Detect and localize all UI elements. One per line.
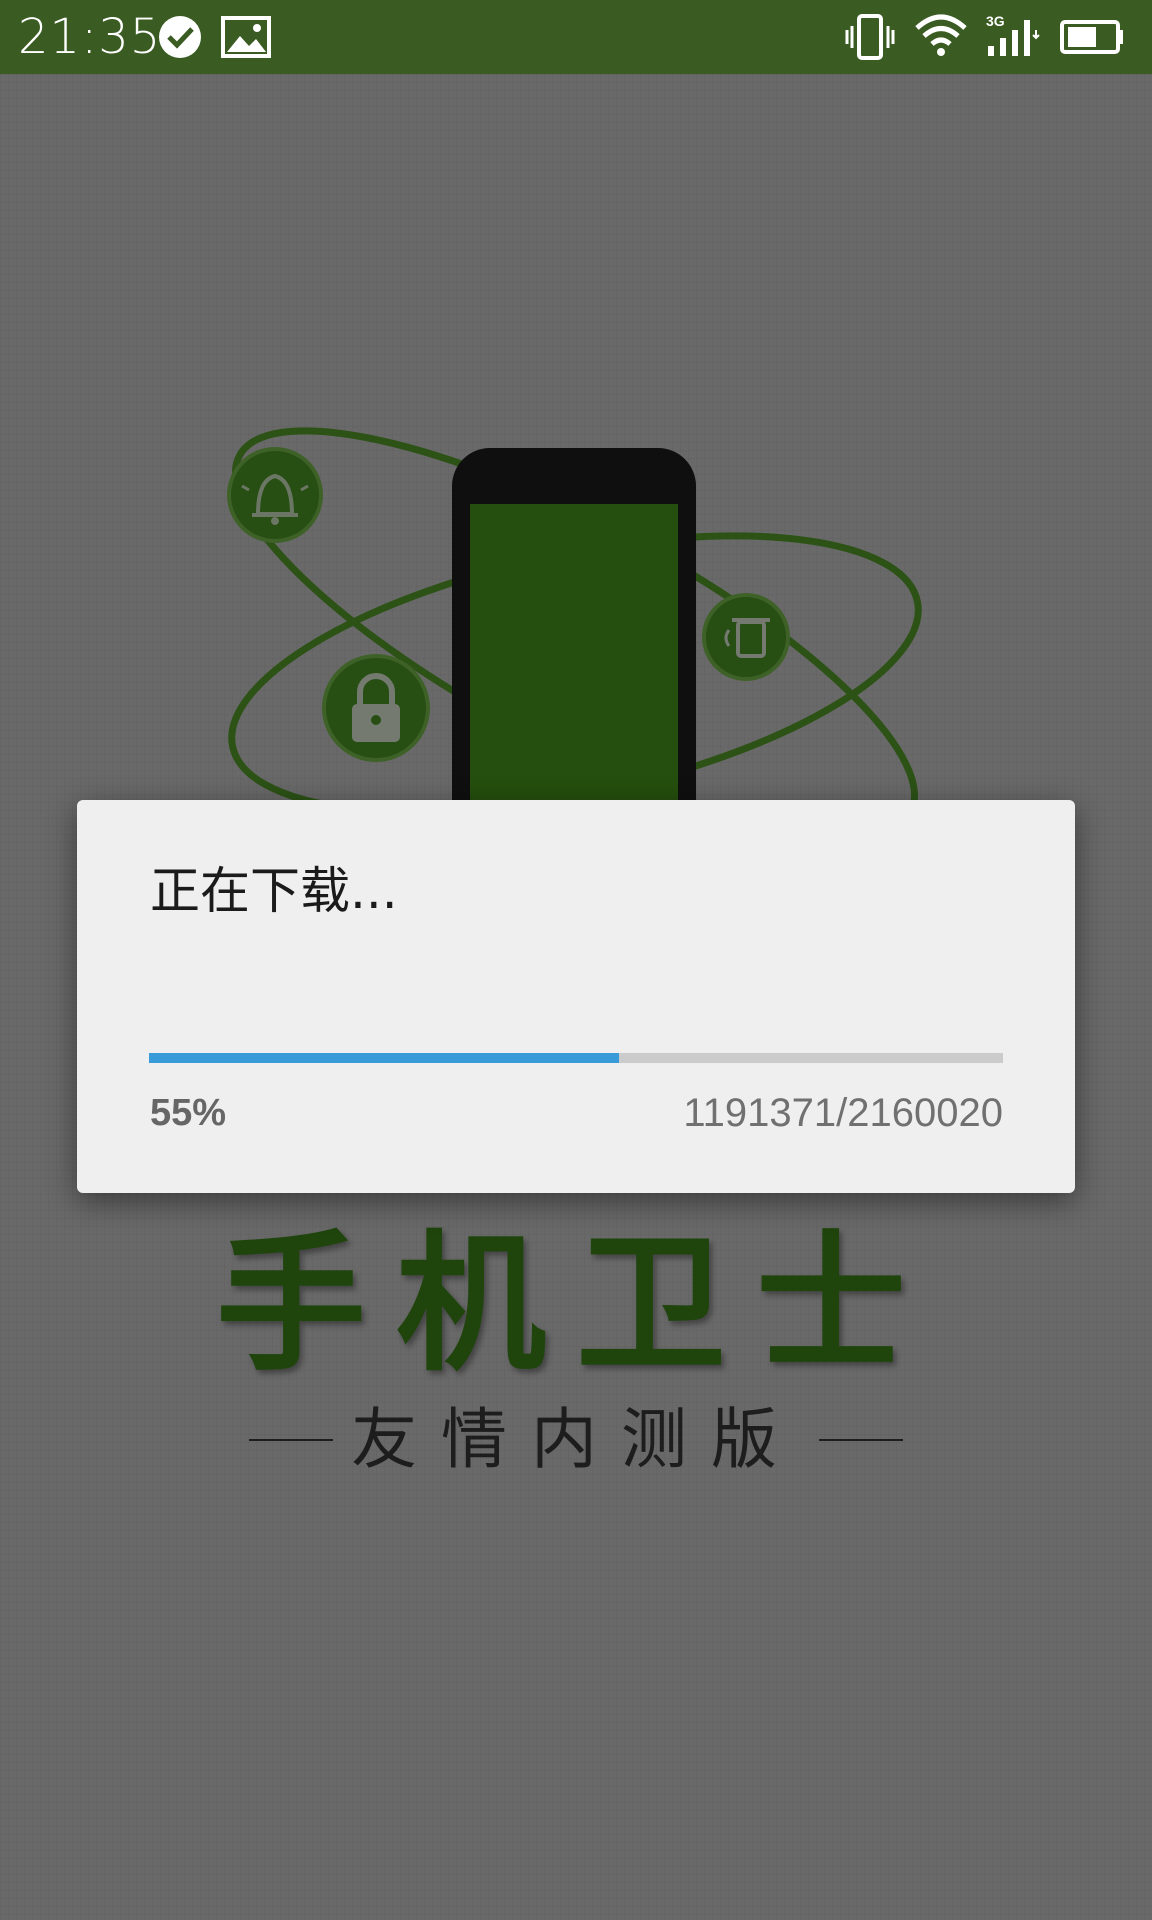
vibrate-icon	[845, 14, 895, 60]
signal-3g-icon: 3G	[986, 13, 1040, 56]
battery-icon	[1060, 20, 1123, 54]
status-time: 21:35	[18, 9, 162, 65]
image-icon	[221, 16, 271, 58]
status-bar: 21:35 3G	[0, 0, 1152, 74]
download-progress-bar	[149, 1053, 1003, 1063]
wifi-icon	[915, 14, 967, 56]
screen: 手机卫士 友情内测版 21:35	[0, 0, 1152, 1920]
download-progress-fill	[149, 1053, 619, 1063]
check-circle-icon	[159, 16, 201, 58]
network-type-label: 3G	[986, 13, 1005, 29]
download-dialog: 正在下载... 55% 1191371/2160020	[77, 800, 1075, 1193]
progress-percent: 55%	[150, 1092, 227, 1134]
progress-byte-count: 1191371/2160020	[683, 1091, 1003, 1135]
dialog-title: 正在下载...	[150, 862, 398, 920]
